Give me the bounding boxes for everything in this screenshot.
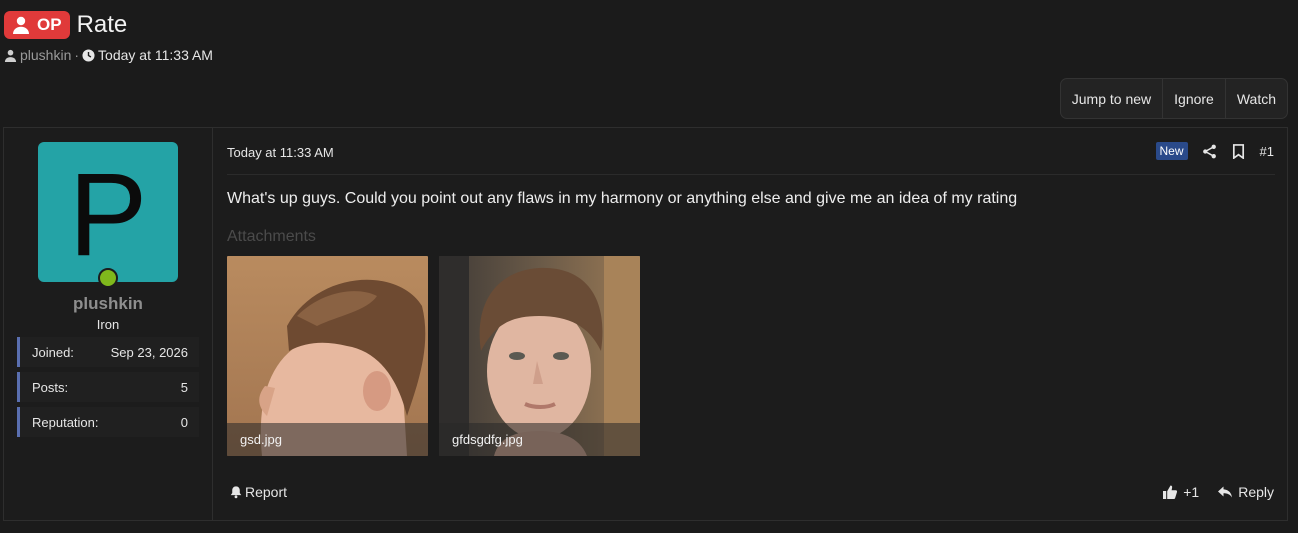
thread-header: OP Rate plushkin · Today at 11:33 AM [4, 8, 213, 63]
post-main: Today at 11:33 AM New #1 What's up guys.… [213, 128, 1287, 520]
op-badge: OP [4, 11, 70, 39]
stat-label: Posts: [32, 379, 69, 395]
bookmark-icon[interactable] [1231, 143, 1246, 159]
attachments-label: Attachments [227, 228, 316, 245]
thread-author[interactable]: plushkin [20, 47, 71, 63]
meta-separator: · [74, 47, 80, 63]
stat-value: 5 [180, 379, 188, 395]
new-badge: New [1155, 142, 1188, 160]
stat-posts: Posts: 5 [17, 372, 199, 402]
jump-to-new-button[interactable]: Jump to new [1061, 79, 1164, 118]
attachment-filename: gfdsgdfg.jpg [439, 423, 640, 456]
stat-label: Reputation: [32, 414, 99, 430]
reply-label: Reply [1238, 484, 1274, 500]
thumbs-up-icon [1163, 485, 1178, 499]
post-message: What's up guys. Could you point out any … [227, 190, 1018, 207]
user-icon [13, 16, 29, 34]
like-count: +1 [1183, 484, 1200, 500]
post-footer-actions: +1 Reply [1162, 484, 1274, 500]
post-user-panel: P plushkin Iron Joined: Sep 23, 2026 Pos… [4, 128, 213, 520]
clock-icon [82, 48, 95, 62]
thread-date[interactable]: Today at 11:33 AM [98, 47, 213, 63]
post-tools: New #1 [1155, 142, 1274, 160]
thread-meta: plushkin · Today at 11:33 AM [4, 47, 213, 63]
share-icon[interactable] [1202, 144, 1217, 159]
attachment-filename: gsd.jpg [227, 423, 428, 456]
avatar-letter: P [68, 149, 148, 281]
stat-value: Sep 23, 2026 [110, 344, 188, 360]
like-button[interactable]: +1 [1162, 484, 1199, 500]
post-divider [227, 174, 1275, 175]
stat-value: 0 [180, 414, 188, 430]
thread-title: Rate [76, 11, 128, 38]
stat-reputation: Reputation: 0 [17, 407, 199, 437]
attachment-thumbnail[interactable]: gfdsgdfg.jpg [439, 256, 640, 456]
thread-actions: Jump to new Ignore Watch [1059, 78, 1288, 119]
avatar[interactable]: P [38, 142, 178, 282]
report-button[interactable]: Report [229, 484, 287, 500]
post: P plushkin Iron Joined: Sep 23, 2026 Pos… [3, 127, 1288, 521]
op-badge-label: OP [37, 15, 62, 34]
reply-icon [1218, 486, 1233, 498]
post-number[interactable]: #1 [1260, 144, 1274, 159]
bell-icon [230, 486, 242, 499]
user-stats: Joined: Sep 23, 2026 Posts: 5 Reputation… [17, 337, 199, 442]
attachment-thumbnail[interactable]: gsd.jpg [227, 256, 428, 456]
stat-label: Joined: [32, 344, 74, 360]
user-rank: Iron [96, 317, 120, 332]
ignore-button[interactable]: Ignore [1163, 79, 1226, 118]
post-username[interactable]: plushkin [4, 294, 212, 314]
online-status-indicator [98, 268, 118, 288]
stat-joined: Joined: Sep 23, 2026 [17, 337, 199, 367]
post-date[interactable]: Today at 11:33 AM [227, 145, 334, 160]
watch-button[interactable]: Watch [1226, 79, 1287, 118]
attachments-list: gsd.jpg gfdsgdfg.jpg [227, 256, 640, 456]
reply-button[interactable]: Reply [1217, 484, 1274, 500]
report-label: Report [245, 484, 288, 500]
user-icon [4, 49, 17, 62]
